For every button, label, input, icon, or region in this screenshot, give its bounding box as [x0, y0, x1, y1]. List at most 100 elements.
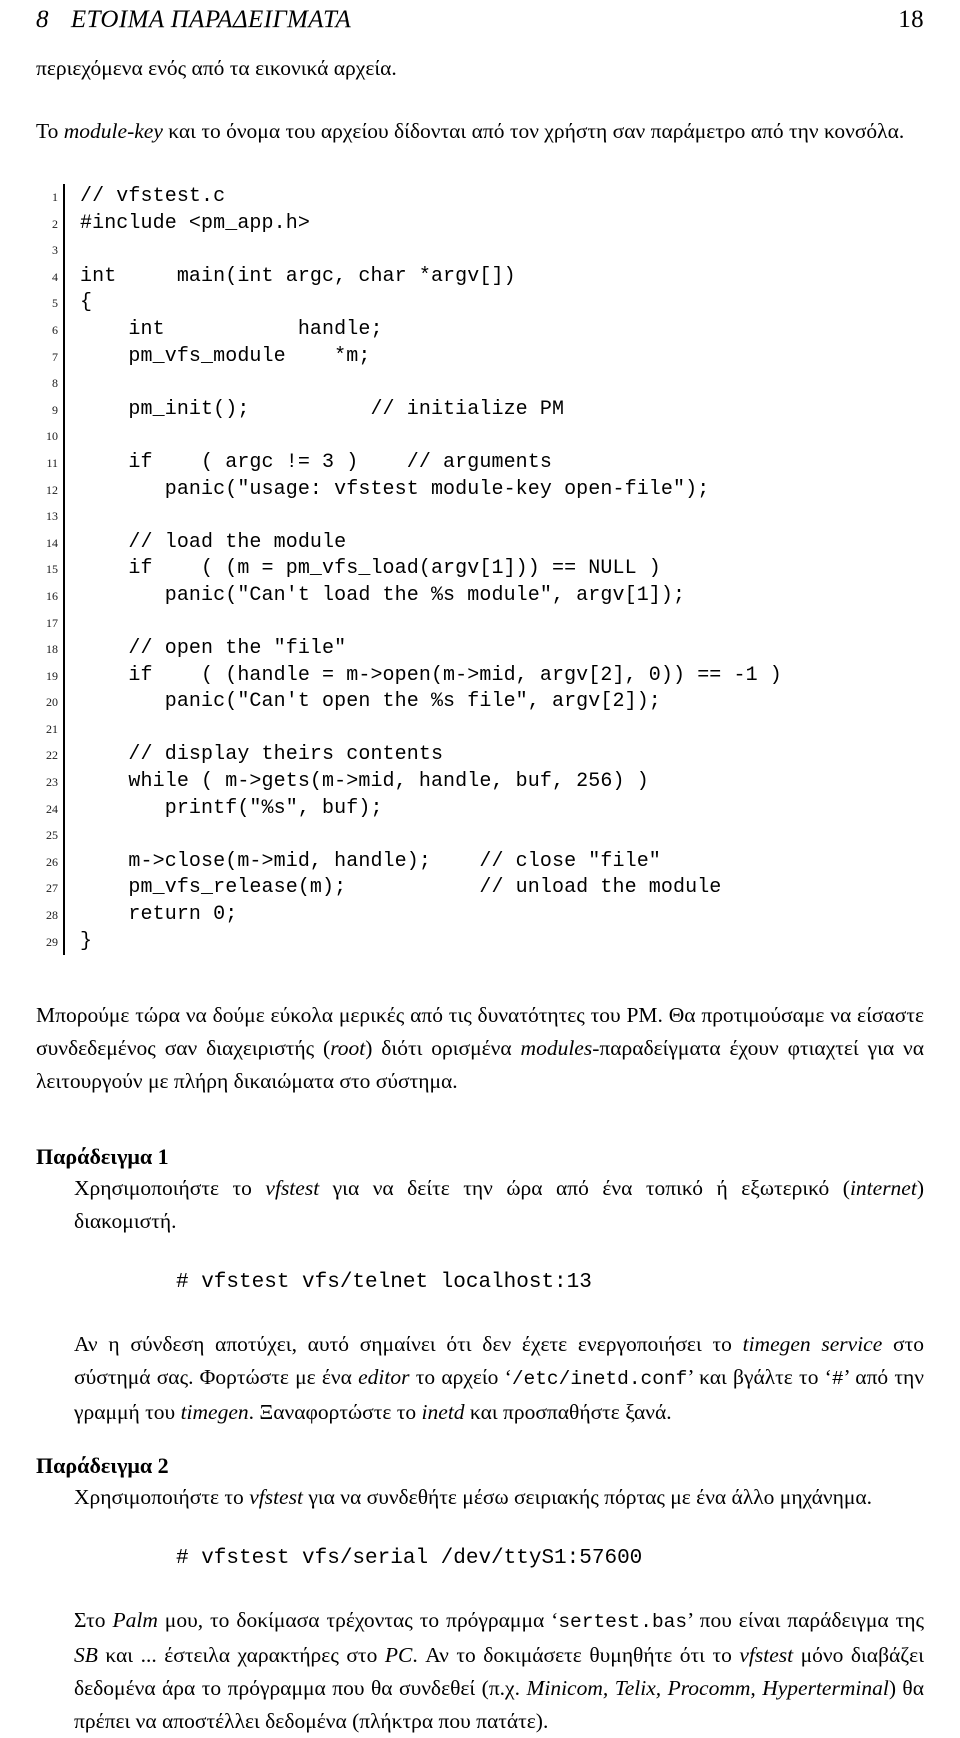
code-line: 27 pm_vfs_release(m); // unload the modu…: [36, 875, 924, 902]
code-line-text: #include <pm_app.h>: [80, 211, 310, 235]
code-line-text: pm_init(); // initialize PM: [80, 397, 565, 421]
intro-line-2-suffix: και το όνομα του αρχείου δίδονται από το…: [162, 119, 905, 143]
listing-vertical-rule: [58, 503, 67, 530]
listing-vertical-rule: [58, 875, 67, 902]
code-line-text: // open the "file": [80, 637, 347, 661]
code-line-text: }: [80, 929, 93, 953]
code-line: 29}: [36, 928, 924, 956]
code-line: 16 panic("Can't load the %s module", arg…: [36, 582, 924, 610]
page-header: 8 ΕΤΟΙΜΑ ΠΑΡΑΔΕΙΓΜΑΤΑ 18: [36, 6, 924, 40]
code-line-number: 13: [46, 509, 58, 524]
listing-vertical-rule: [58, 290, 67, 317]
example-1-note: Αν η σύνδεση αποτύχει, αυτό σημαίνει ότι…: [36, 1328, 924, 1429]
example-2-heading: Παράδειγμα 2: [36, 1453, 169, 1479]
example-2-note-seg-2: μου, το δοκίμασα τρέχοντας το πρόγραμμα …: [157, 1608, 559, 1633]
code-line-number: 24: [46, 801, 58, 816]
code-line: 24 printf("%s", buf);: [36, 795, 924, 823]
code-line-text: // vfstest.c: [80, 185, 226, 208]
code-line-number: 29: [46, 934, 58, 949]
example-2-note-vfstest-italic: vfstest: [739, 1643, 794, 1668]
intro-line-2-italic: module-key: [63, 119, 163, 143]
code-line-text: int main(int argc, char *argv[]): [80, 264, 516, 288]
header-section-number: 8: [36, 6, 49, 33]
code-line: 11 if ( argc != 3 ) // arguments: [36, 449, 924, 477]
post-listing-modules-italic: modules: [520, 1036, 593, 1061]
example-2-command: # vfstest vfs/serial /dev/ttyS1:57600: [176, 1547, 643, 1571]
example-2-note-terminal-programs-italic: Minicom, Telix, Procomm, Hyperterminal: [526, 1676, 889, 1701]
code-line-number: 21: [46, 721, 58, 736]
code-line-number: 10: [46, 429, 58, 444]
code-line-text: if ( (handle = m->open(m->mid, argv[2], …: [80, 663, 782, 687]
page-content: περιεχόμενα ενός από τα εικονικά αρχεία.…: [36, 52, 924, 1738]
listing-vertical-rule: [58, 396, 67, 424]
example-2-note: Στο Palm μου, το δοκίμασα τρέχοντας το π…: [36, 1604, 924, 1738]
code-line-text: panic("usage: vfstest module-key open-fi…: [80, 477, 710, 501]
code-line: 9 pm_init(); // initialize PM: [36, 396, 924, 424]
listing-vertical-rule: [58, 263, 67, 291]
listing-vertical-rule: [58, 210, 67, 238]
listing-vertical-rule: [58, 795, 67, 823]
code-line: 8: [36, 370, 924, 397]
example-1-seg-2: για να δείτε την ώρα από ένα τοπικό ή εξ…: [319, 1176, 850, 1201]
code-line-number: 22: [46, 748, 58, 763]
code-line-number: 28: [46, 908, 58, 923]
intro-line-2-prefix: Το: [36, 119, 64, 143]
listing-vertical-rule: [58, 636, 67, 663]
page-number: 18: [898, 6, 924, 33]
code-line-number: 12: [46, 482, 58, 497]
code-line-text: panic("Can't load the %s module", argv[1…: [80, 583, 686, 607]
code-line-text: pm_vfs_module *m;: [80, 344, 371, 368]
code-line-number: 3: [52, 243, 58, 258]
listing-vertical-rule: [58, 848, 67, 876]
example-1-note-seg-1: Αν η σύνδεση αποτύχει, αυτό σημαίνει ότι…: [74, 1332, 743, 1357]
example-2-seg-1: Χρησιμοποιήστε το: [74, 1485, 250, 1510]
example-1-note-seg-6: . Ξαναφορτώστε το: [248, 1400, 422, 1425]
listing-vertical-rule: [58, 769, 67, 796]
code-listing: 1 // vfstest.c 2 #include <pm_app.h> 3 4 int m…: [36, 184, 924, 955]
code-line: 28 return 0;: [36, 902, 924, 929]
listing-vertical-rule: [58, 370, 67, 397]
code-line: 4 int main(int argc, char *argv[]): [36, 263, 924, 291]
code-line: 2 #include <pm_app.h>: [36, 210, 924, 238]
listing-vertical-rule: [58, 529, 67, 557]
example-1-note-seg-7: και προσπαθήστε ξανά.: [464, 1400, 672, 1425]
code-line: 12 panic("usage: vfstest module-key open…: [36, 476, 924, 504]
code-line-text: m->close(m->mid, handle); // close "file…: [80, 849, 661, 873]
code-line-number: 27: [46, 881, 58, 896]
code-line: 13: [36, 503, 924, 530]
listing-vertical-rule: [58, 902, 67, 929]
example-1-body: Χρησιμοποιήστε το vfstest για να δείτε τ…: [36, 1172, 924, 1238]
code-line: 18 // open the "file": [36, 636, 924, 663]
example-1-command: # vfstest vfs/telnet localhost:13: [176, 1271, 592, 1295]
example-2-note-seg-1: Στο: [74, 1608, 113, 1633]
code-line-text: // load the module: [80, 530, 347, 554]
code-line-number: 11: [46, 455, 58, 470]
code-line-text: while ( m->gets(m->mid, handle, buf, 256…: [80, 770, 649, 794]
post-listing-seg-3: ) διότι ορισμένα: [365, 1036, 521, 1061]
example-2-note-seg-4: και ... έστειλα χαρακτήρες στο: [97, 1643, 385, 1668]
example-2-note-palm-italic: Palm: [112, 1608, 158, 1633]
post-listing-root-italic: root: [330, 1036, 366, 1061]
code-line: 23 while ( m->gets(m->mid, handle, buf, …: [36, 769, 924, 796]
code-line: 7 pm_vfs_module *m;: [36, 343, 924, 371]
listing-vertical-rule: [58, 449, 67, 477]
example-1-note-editor-italic: editor: [358, 1365, 410, 1390]
intro-line-1: περιεχόμενα ενός από τα εικονικά αρχεία.: [36, 56, 397, 80]
example-2-note-sertest-bas-file: sertest.bas: [558, 1611, 688, 1634]
example-2-note-seg-5: . Αν το δοκιμάσετε θυμηθήτε ότι το: [412, 1643, 740, 1668]
code-line-number: 14: [46, 535, 58, 550]
example-2-note-pc-italic: PC: [384, 1643, 413, 1668]
code-line-number: 6: [52, 322, 58, 337]
code-line-number: 23: [46, 775, 58, 790]
listing-vertical-rule: [58, 822, 67, 849]
code-line: 6 int handle;: [36, 316, 924, 344]
listing-vertical-rule: [58, 423, 67, 450]
listing-vertical-rule: [58, 343, 67, 371]
document-page: 8 ΕΤΟΙΜΑ ΠΑΡΑΔΕΙΓΜΑΤΑ 18 περιεχόμενα ενό…: [0, 0, 960, 1733]
code-line-text: printf("%s", buf);: [80, 796, 383, 820]
code-line-number: 5: [52, 296, 58, 311]
intro-paragraph-2: Το module-key και το όνομα του αρχείου δ…: [36, 115, 924, 148]
code-line: 20 panic("Can't open the %s file", argv[…: [36, 689, 924, 716]
code-line: 1 // vfstest.c: [36, 184, 924, 211]
code-line-number: 19: [46, 668, 58, 683]
